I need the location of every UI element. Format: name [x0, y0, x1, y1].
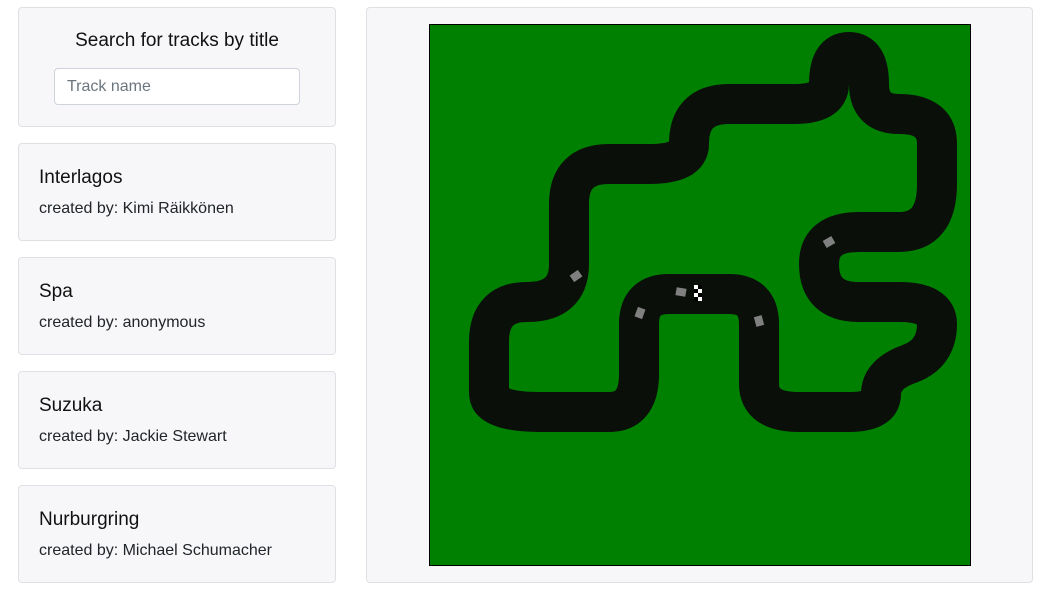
track-card-suzuka[interactable]: Suzuka created by: Jackie Stewart [18, 371, 336, 469]
search-panel: Search for tracks by title [18, 7, 336, 127]
track-title: Suzuka [39, 395, 103, 416]
track-title: Nurburgring [39, 509, 140, 530]
track-creator: created by: Michael Schumacher [39, 542, 272, 559]
track-card-interlagos[interactable]: Interlagos created by: Kimi Räikkönen [18, 143, 336, 241]
race-car-3 [675, 287, 687, 297]
track-creator: created by: anonymous [39, 314, 206, 331]
track-preview-canvas[interactable] [429, 24, 971, 566]
track-search-input[interactable] [54, 68, 300, 105]
track-preview-panel [366, 7, 1033, 583]
track-title: Spa [39, 281, 73, 302]
search-title: Search for tracks by title [75, 30, 279, 51]
track-creator: created by: Kimi Räikkönen [39, 200, 234, 217]
track-creator: created by: Jackie Stewart [39, 428, 227, 445]
track-title: Interlagos [39, 167, 123, 188]
track-card-spa[interactable]: Spa created by: anonymous [18, 257, 336, 355]
track-card-nurburgring[interactable]: Nurburgring created by: Michael Schumach… [18, 485, 336, 583]
checkered-flag-icon [694, 285, 702, 301]
